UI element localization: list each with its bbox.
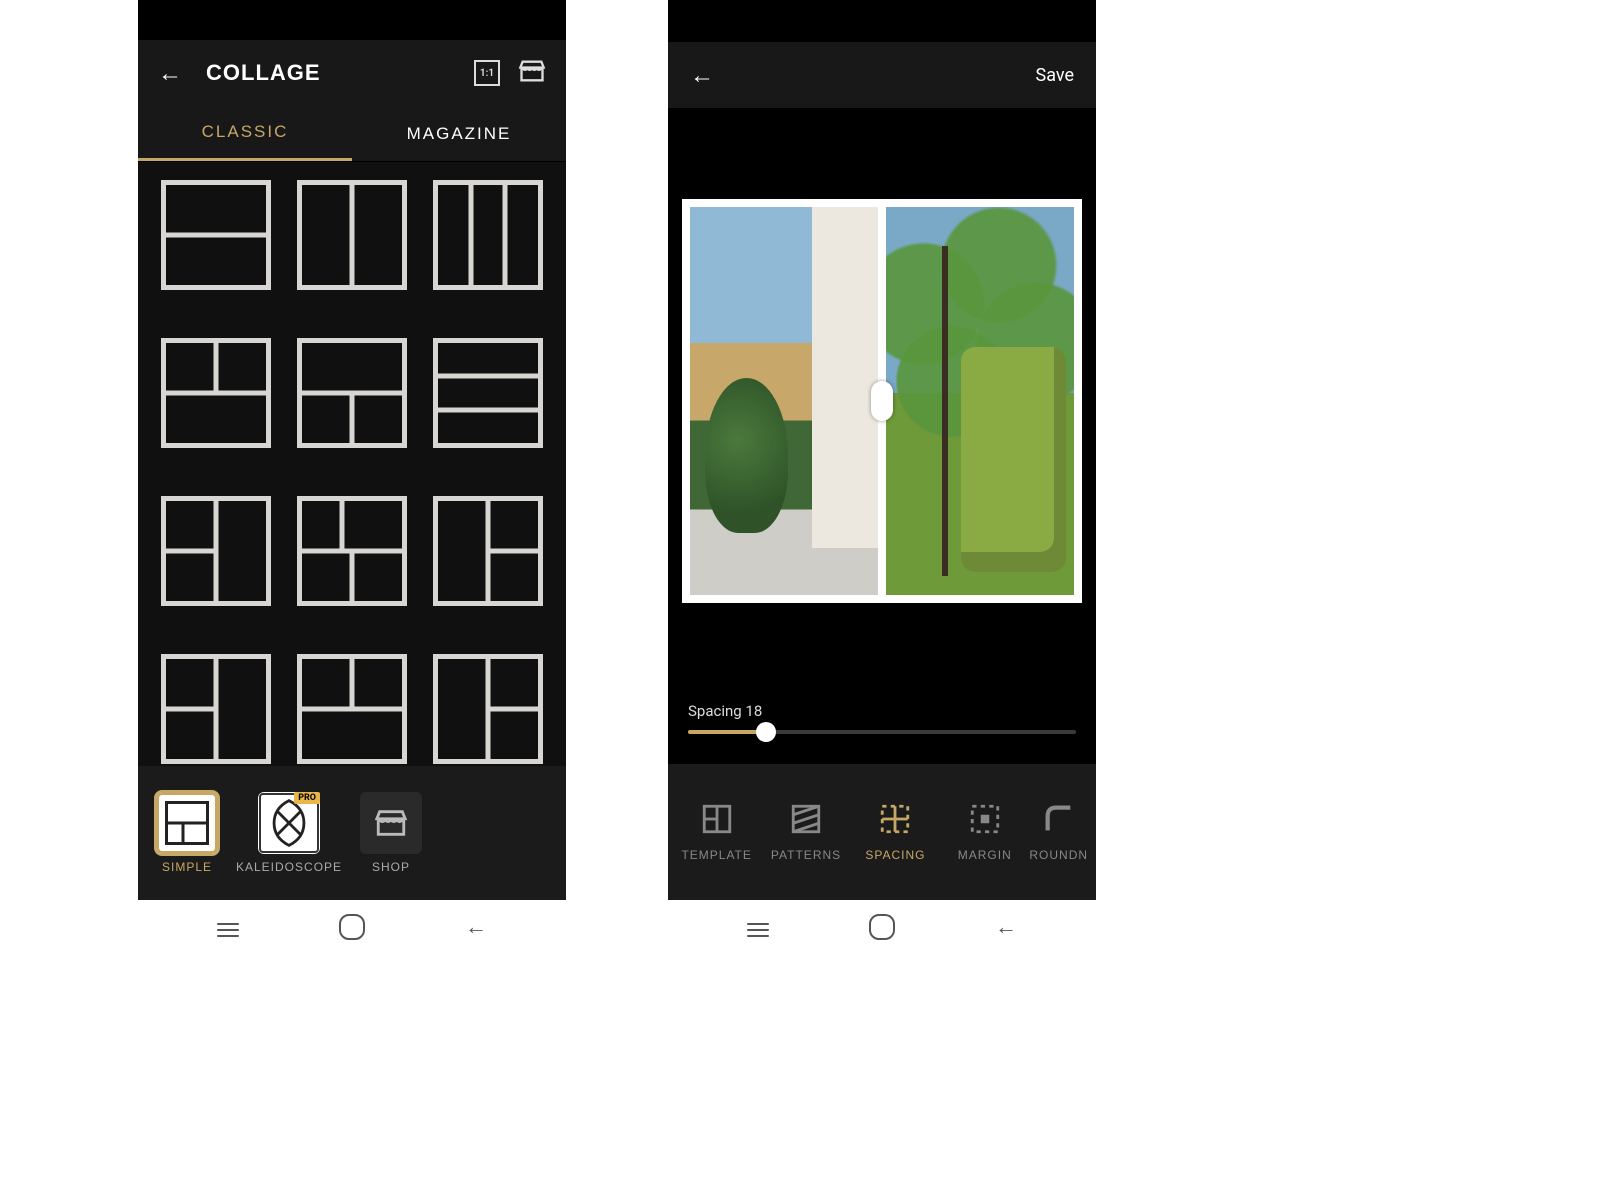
template-l-bot2[interactable] [297, 338, 407, 448]
nav-back-icon[interactable]: ← [465, 914, 487, 940]
header-actions: 1:1 [474, 57, 546, 89]
template-grid [138, 162, 566, 766]
aspect-ratio-button[interactable]: 1:1 [474, 60, 500, 86]
template-3h[interactable] [433, 338, 543, 448]
mode-simple-label: SIMPLE [162, 860, 212, 874]
template-l-top2[interactable] [161, 338, 271, 448]
collage-canvas [668, 108, 1096, 694]
template-quad-a[interactable] [297, 496, 407, 606]
patterns-icon [789, 802, 823, 836]
template-2v[interactable] [297, 180, 407, 290]
android-nav-bar: ← [668, 902, 1096, 952]
mode-kaleidoscope[interactable]: PRO KALEIDOSCOPE [236, 792, 342, 874]
collage-frame[interactable] [682, 199, 1082, 603]
mode-kaleidoscope-label: KALEIDOSCOPE [236, 860, 342, 874]
collage-pane-right[interactable] [886, 207, 1074, 595]
template-row4c[interactable] [433, 654, 543, 764]
nav-recent-icon[interactable] [747, 919, 769, 935]
roundness-icon [1042, 802, 1076, 836]
editor-tool-bar: TEMPLATE PATTERNS SPACING [668, 764, 1096, 900]
tool-roundness-label: ROUNDN [1029, 848, 1088, 862]
spacing-icon [878, 802, 912, 836]
template-3v[interactable] [433, 180, 543, 290]
tool-template-label: TEMPLATE [681, 848, 751, 862]
template-row4b[interactable] [297, 654, 407, 764]
back-arrow-icon[interactable]: ← [690, 61, 714, 90]
save-button[interactable]: Save [1036, 65, 1075, 86]
tab-classic[interactable]: CLASSIC [138, 106, 352, 161]
template-left2[interactable] [161, 496, 271, 606]
page-title: COLLAGE [206, 60, 474, 86]
tool-spacing[interactable]: SPACING [851, 802, 940, 862]
status-bar [138, 0, 566, 40]
nav-back-icon[interactable]: ← [995, 914, 1017, 940]
shop-thumb-icon [360, 792, 422, 854]
tool-margin-label: MARGIN [958, 848, 1012, 862]
back-arrow-icon[interactable]: ← [158, 59, 182, 88]
mode-simple[interactable]: SIMPLE [156, 792, 218, 874]
slider-thumb-icon[interactable] [756, 722, 776, 742]
android-nav-bar: ← [138, 902, 566, 952]
spacing-label: Spacing 18 [688, 702, 1076, 720]
margin-icon [968, 802, 1002, 836]
phone-editor-screen: ← Save Spacing 18 [668, 0, 1096, 900]
simple-thumb-icon [165, 801, 209, 845]
aspect-ratio-label: 1:1 [480, 68, 494, 79]
bottom-mode-bar: SIMPLE PRO KALEIDOSCOPE [138, 766, 566, 900]
spacing-slider[interactable] [688, 730, 1076, 734]
status-bar [668, 0, 1096, 42]
tool-spacing-label: SPACING [865, 848, 925, 862]
mode-shop[interactable]: SHOP [360, 792, 422, 874]
tool-patterns-label: PATTERNS [771, 848, 841, 862]
spacing-control: Spacing 18 [668, 694, 1096, 764]
tab-bar: CLASSIC MAGAZINE [138, 106, 566, 162]
tool-patterns[interactable]: PATTERNS [761, 802, 850, 862]
tool-template[interactable]: TEMPLATE [672, 802, 761, 862]
nav-recent-icon[interactable] [217, 919, 239, 935]
nav-home-icon[interactable] [339, 914, 365, 940]
app-header: ← COLLAGE 1:1 [138, 40, 566, 106]
tool-roundness[interactable]: ROUNDN [1025, 802, 1092, 862]
tool-margin[interactable]: MARGIN [940, 802, 1029, 862]
slider-fill [688, 730, 766, 734]
template-right2[interactable] [433, 496, 543, 606]
mode-shop-label: SHOP [372, 860, 410, 874]
phone-collage-screen: ← COLLAGE 1:1 CLASSIC MAGAZINE [138, 0, 566, 900]
nav-home-icon[interactable] [869, 914, 895, 940]
template-icon [700, 802, 734, 836]
collage-pane-left[interactable] [690, 207, 878, 595]
template-2h[interactable] [161, 180, 271, 290]
shop-icon[interactable] [518, 57, 546, 89]
template-row4a[interactable] [161, 654, 271, 764]
editor-header: ← Save [668, 42, 1096, 108]
divider-handle-icon[interactable] [871, 381, 893, 421]
pro-badge: PRO [294, 792, 320, 804]
tab-magazine[interactable]: MAGAZINE [352, 106, 566, 161]
